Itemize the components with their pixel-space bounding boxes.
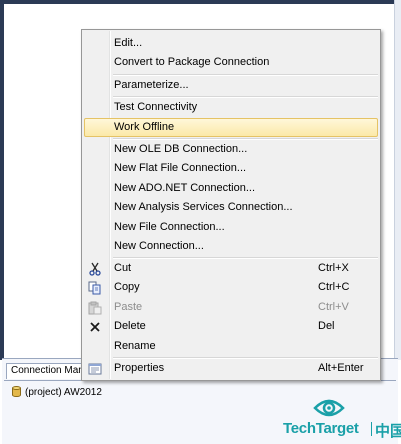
menu-item-shortcut: Ctrl+C xyxy=(318,281,350,293)
paste-icon xyxy=(87,300,103,315)
eye-logo-icon xyxy=(313,399,345,417)
logo-separator xyxy=(371,422,372,436)
context-menu: Edit... Convert to Package Connection Pa… xyxy=(81,29,381,381)
scissors-icon xyxy=(87,261,103,276)
connection-managers-tab[interactable]: Connection Managers xyxy=(6,363,86,379)
menu-item-convert-to-package-connection[interactable]: Convert to Package Connection xyxy=(84,53,378,72)
menu-item-properties[interactable]: Properties Alt+Enter xyxy=(84,359,378,378)
vertical-scrollbar[interactable] xyxy=(394,0,401,360)
brand-name: TechTarget xyxy=(283,420,359,437)
menu-item-cut[interactable]: Cut Ctrl+X xyxy=(84,259,378,278)
menu-item-rename[interactable]: Rename xyxy=(84,337,378,356)
menu-item-label: Test Connectivity xyxy=(114,101,198,113)
properties-icon xyxy=(87,361,103,376)
menu-item-shortcut: Ctrl+X xyxy=(318,262,349,274)
techtarget-watermark: TechTarget 中国 xyxy=(283,396,401,440)
menu-item-label: New OLE DB Connection... xyxy=(114,143,248,155)
menu-item-label: New Analysis Services Connection... xyxy=(114,201,293,213)
menu-item-label: Convert to Package Connection xyxy=(114,56,270,68)
delete-x-icon xyxy=(87,319,103,334)
menu-item-new-ado-net-connection[interactable]: New ADO.NET Connection... xyxy=(84,179,378,198)
menu-item-label: Parameterize... xyxy=(114,79,189,91)
brand-region: 中国 xyxy=(375,422,401,440)
menu-item-label: Rename xyxy=(114,340,156,352)
menu-item-new-analysis-services-connection[interactable]: New Analysis Services Connection... xyxy=(84,198,378,217)
menu-item-label: Copy xyxy=(114,281,140,293)
menu-item-new-connection[interactable]: New Connection... xyxy=(84,237,378,256)
menu-item-label: Paste xyxy=(114,301,143,313)
menu-item-edit[interactable]: Edit... xyxy=(84,34,378,53)
database-icon xyxy=(12,386,21,398)
menu-item-label: Delete xyxy=(114,320,146,332)
menu-item-label: Properties xyxy=(114,362,165,374)
connection-manager-label: (project) AW2012 xyxy=(25,386,102,398)
menu-item-label: Edit... xyxy=(114,37,143,49)
menu-item-paste[interactable]: Paste Ctrl+V xyxy=(84,298,378,317)
menu-item-new-ole-db-connection[interactable]: New OLE DB Connection... xyxy=(84,140,378,159)
menu-item-label: New Connection... xyxy=(114,240,204,252)
menu-item-test-connectivity[interactable]: Test Connectivity xyxy=(84,98,378,117)
menu-item-new-flat-file-connection[interactable]: New Flat File Connection... xyxy=(84,159,378,178)
menu-item-delete[interactable]: Delete Del xyxy=(84,317,378,336)
menu-item-new-file-connection[interactable]: New File Connection... xyxy=(84,218,378,237)
menu-item-shortcut: Alt+Enter xyxy=(318,362,364,374)
menu-item-copy[interactable]: Copy Ctrl+C xyxy=(84,278,378,297)
menu-item-label: New File Connection... xyxy=(114,221,225,233)
menu-item-label: New ADO.NET Connection... xyxy=(114,182,256,194)
copy-icon xyxy=(87,280,103,295)
connection-manager-item[interactable]: (project) AW2012 xyxy=(12,385,102,399)
menu-item-label: Work Offline xyxy=(114,121,175,133)
menu-item-label: New Flat File Connection... xyxy=(114,162,247,174)
menu-item-label: Cut xyxy=(114,262,132,274)
menu-item-shortcut: Ctrl+V xyxy=(318,301,349,313)
menu-item-work-offline[interactable]: Work Offline xyxy=(84,118,378,137)
menu-item-parameterize[interactable]: Parameterize... xyxy=(84,76,378,95)
menu-item-shortcut: Del xyxy=(318,320,335,332)
